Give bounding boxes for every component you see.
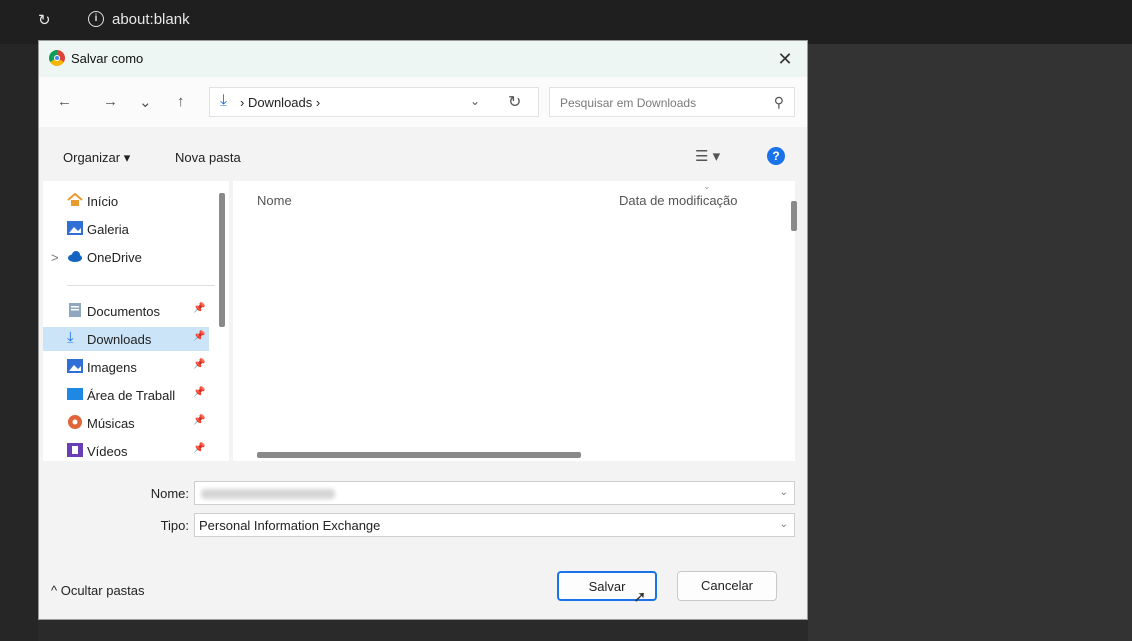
video-icon — [67, 443, 83, 457]
download-icon: ⤓ — [220, 92, 228, 109]
refresh-icon[interactable]: ↻ — [508, 92, 521, 112]
cloud-icon — [67, 249, 83, 263]
navigation-pane: Início Galeria > OneDrive Documentos 📌 ⤓… — [43, 181, 229, 461]
mouse-cursor-icon: ➚ — [633, 589, 647, 606]
hide-folders-button[interactable]: ^ Ocultar pastas — [51, 583, 145, 598]
download-icon: ⤓ — [67, 329, 74, 346]
sidebar-scrollbar[interactable] — [219, 193, 225, 327]
sidebar-item-area-de-trabalho[interactable]: Área de Traball 📌 — [43, 383, 209, 407]
dialog-titlebar: Salvar como ✕ — [39, 41, 807, 77]
sidebar-item-inicio[interactable]: Início — [43, 189, 209, 213]
info-icon[interactable]: i — [88, 11, 104, 27]
document-icon — [67, 303, 83, 317]
pin-icon[interactable]: 📌 — [193, 303, 205, 314]
column-header-date[interactable]: Data de modificação — [619, 193, 738, 208]
file-type-select[interactable]: Personal Information Exchange ⌄ — [194, 513, 795, 537]
chevron-down-icon[interactable]: ⌄ — [470, 94, 480, 108]
file-name-row: Nome: ⌄ — [39, 481, 807, 505]
address-bar[interactable]: about:blank — [112, 11, 190, 28]
chrome-icon — [49, 50, 65, 66]
sidebar-item-downloads[interactable]: ⤓ Downloads 📌 — [43, 327, 209, 351]
browser-toolbar: ↻ i about:blank — [0, 0, 1132, 44]
column-header-name[interactable]: Nome — [257, 193, 292, 208]
file-type-label: Tipo: — [160, 518, 189, 533]
search-placeholder: Pesquisar em Downloads — [560, 96, 697, 110]
close-button[interactable]: ✕ — [763, 41, 807, 77]
home-icon — [67, 192, 83, 207]
browser-page-area — [808, 44, 1132, 641]
organize-menu[interactable]: Organizar ▾ — [63, 150, 130, 166]
pictures-icon — [67, 359, 83, 373]
view-options-button[interactable]: ☰ ▾ — [695, 147, 720, 165]
recent-locations-button[interactable]: ⌄ — [139, 93, 152, 111]
divider — [67, 285, 215, 286]
search-input[interactable]: Pesquisar em Downloads ⚲ — [549, 87, 795, 117]
left-edge — [0, 44, 38, 641]
sidebar-item-musicas[interactable]: Músicas 📌 — [43, 411, 209, 435]
cancel-button[interactable]: Cancelar — [677, 571, 777, 601]
reload-icon[interactable]: ↻ — [38, 11, 51, 29]
file-list-horizontal-scrollbar[interactable] — [257, 452, 581, 458]
address-path[interactable]: ⤓ › Downloads › ⌄ ↻ — [209, 87, 539, 117]
save-as-dialog: Salvar como ✕ ← → ⌄ ↑ ⤓ › Downloads › ⌄ … — [38, 40, 808, 620]
sidebar-item-galeria[interactable]: Galeria — [43, 217, 209, 241]
pin-icon[interactable]: 📌 — [193, 359, 205, 370]
gallery-icon — [67, 221, 83, 235]
help-icon[interactable]: ? — [767, 147, 785, 165]
up-button[interactable]: ↑ — [177, 93, 185, 110]
file-name-field[interactable]: ⌄ — [194, 481, 795, 505]
pin-icon[interactable]: 📌 — [193, 387, 205, 398]
file-type-row: Tipo: Personal Information Exchange ⌄ — [39, 513, 807, 537]
file-list: ⌄ Nome Data de modificação — [233, 181, 797, 461]
sidebar-item-videos[interactable]: Vídeos 📌 — [43, 439, 209, 461]
file-name-label: Nome: — [150, 486, 189, 501]
sidebar-item-documentos[interactable]: Documentos 📌 — [43, 299, 209, 323]
chevron-down-icon[interactable]: ⌄ — [780, 519, 788, 530]
back-button[interactable]: ← — [57, 93, 72, 110]
file-type-value: Personal Information Exchange — [199, 518, 381, 533]
new-folder-button[interactable]: Nova pasta — [175, 150, 241, 165]
expand-chevron-icon[interactable]: > — [51, 250, 59, 265]
file-list-vertical-scrollbar[interactable] — [791, 201, 797, 231]
blurred-file-name — [201, 489, 335, 499]
sort-indicator-icon: ⌄ — [703, 181, 711, 191]
dialog-footer: ^ Ocultar pastas Salvar Cancelar ➚ — [39, 557, 807, 621]
pin-icon[interactable]: 📌 — [193, 331, 205, 342]
search-icon[interactable]: ⚲ — [774, 94, 784, 111]
command-bar: Organizar ▾ Nova pasta ☰ ▾ ? — [39, 137, 807, 177]
navigation-bar: ← → ⌄ ↑ ⤓ › Downloads › ⌄ ↻ Pesquisar em… — [39, 77, 807, 127]
bottom-band — [38, 620, 808, 641]
desktop-icon — [67, 387, 83, 401]
forward-button[interactable]: → — [103, 93, 118, 110]
sidebar-item-onedrive[interactable]: > OneDrive — [43, 245, 209, 269]
dialog-title: Salvar como — [71, 51, 144, 66]
chevron-down-icon[interactable]: ⌄ — [780, 487, 788, 498]
pin-icon[interactable]: 📌 — [193, 443, 205, 454]
breadcrumb[interactable]: › Downloads › — [240, 95, 320, 110]
pin-icon[interactable]: 📌 — [193, 415, 205, 426]
music-icon — [67, 415, 83, 429]
sidebar-item-imagens[interactable]: Imagens 📌 — [43, 355, 209, 379]
